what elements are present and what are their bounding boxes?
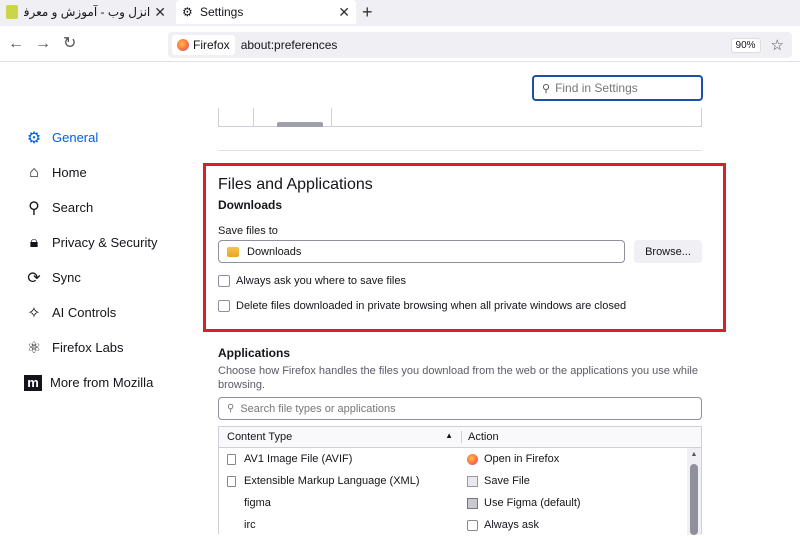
- sidebar-item-label: Home: [52, 165, 87, 180]
- tab-title: انزل وب - آموزش و معرفی فناوری: [24, 5, 151, 19]
- always-ask-label: Always ask you where to save files: [236, 275, 406, 287]
- sidebar-item-label: Privacy & Security: [52, 235, 158, 250]
- new-tab-button[interactable]: +: [362, 2, 373, 22]
- section-divider: [218, 150, 702, 151]
- content-type-cell: irc: [219, 519, 461, 531]
- action-column-header[interactable]: Action: [461, 431, 701, 443]
- url-bar[interactable]: Firefox about:preferences 90% ☆: [168, 32, 792, 58]
- content-type-cell: AV1 Image File (AVIF): [219, 453, 461, 465]
- save-action-icon: [467, 475, 478, 487]
- tab-title: Settings: [200, 5, 244, 19]
- sync-icon: ⟳: [27, 269, 41, 287]
- find-in-settings-input[interactable]: ⚲ Find in Settings: [532, 75, 703, 101]
- table-row[interactable]: Extensible Markup Language (XML) Save Fil…: [219, 470, 701, 492]
- file-icon: [227, 497, 236, 509]
- mozilla-icon: m: [24, 374, 42, 391]
- tab-strip: انزل وب - آموزش و معرفی فناوری ✕ ⚙ Setti…: [0, 0, 800, 26]
- gear-icon: ⚙: [182, 5, 193, 19]
- sidebar-item-label: General: [52, 130, 99, 145]
- sidebar-item-label: More from Mozilla: [50, 375, 154, 390]
- tab-anzalweb[interactable]: انزل وب - آموزش و معرفی فناوری ✕: [0, 0, 172, 24]
- file-icon: [227, 453, 236, 465]
- identity-box[interactable]: Firefox: [172, 35, 235, 55]
- sidebar-item-label: AI Controls: [52, 305, 117, 320]
- sidebar-item-sync[interactable]: ⟳ Sync: [24, 260, 194, 295]
- table-row[interactable]: irc Always ask: [219, 514, 701, 536]
- sidebar-item-general[interactable]: ⚙ General: [24, 120, 194, 155]
- applications-heading: Applications: [218, 346, 291, 360]
- handlers-table: Content Type ▲ Action AV1 Image File (AV…: [218, 426, 702, 536]
- ask-action-icon: [467, 519, 478, 531]
- file-icon: [227, 475, 236, 487]
- action-cell[interactable]: Always ask: [461, 519, 701, 531]
- navigation-toolbar: ← → ↻ Firefox about:preferences 90% ☆: [0, 26, 800, 62]
- sidebar-item-firefox-labs[interactable]: ⚛ Firefox Labs: [24, 330, 194, 365]
- close-icon[interactable]: ✕: [154, 4, 166, 21]
- ff-action-icon: [467, 453, 478, 465]
- gear-icon: ⚙: [26, 129, 42, 147]
- action-cell[interactable]: Open in Firefox: [461, 453, 701, 465]
- reload-icon[interactable]: ↻: [63, 35, 76, 53]
- firefox-logo-icon: [177, 39, 189, 51]
- file-icon: [227, 519, 236, 531]
- sidebar-item-label: Sync: [52, 270, 81, 285]
- save-files-label: Save files to: [218, 225, 278, 237]
- atom-icon: ⚛: [26, 339, 42, 357]
- browse-button[interactable]: Browse...: [634, 240, 702, 263]
- zoom-indicator[interactable]: 90%: [730, 37, 761, 53]
- preferences-sidebar: ⚙ General ⌂ Home ⚲ Search 🔒︎ Privacy & Security…: [24, 120, 194, 400]
- content-type-column-header[interactable]: Content Type ▲: [219, 431, 461, 443]
- sidebar-item-home[interactable]: ⌂ Home: [24, 155, 194, 190]
- home-icon: ⌂: [29, 163, 39, 181]
- tab-settings[interactable]: ⚙ Settings ✕: [176, 0, 356, 24]
- delete-private-checkbox[interactable]: [218, 300, 230, 312]
- search-file-types-input[interactable]: ⚲ Search file types or applications: [218, 397, 702, 420]
- find-placeholder: Find in Settings: [555, 81, 638, 95]
- sparkle-icon: ✧: [27, 304, 41, 322]
- figma-action-icon: [467, 497, 478, 509]
- files-applications-heading: Files and Applications: [218, 176, 373, 193]
- download-folder-field[interactable]: Downloads: [218, 240, 625, 263]
- table-body: AV1 Image File (AVIF) Open in Firefox Exte…: [219, 448, 701, 536]
- sidebar-item-search[interactable]: ⚲ Search: [24, 190, 194, 225]
- identity-label: Firefox: [193, 38, 230, 52]
- back-arrow-icon[interactable]: ←: [8, 35, 24, 53]
- always-ask-checkbox[interactable]: [218, 275, 230, 287]
- always-ask-checkbox-row[interactable]: Always ask you where to save files: [218, 275, 406, 287]
- table-scrollbar[interactable]: ▲: [687, 448, 701, 535]
- content-type-cell: figma: [219, 497, 461, 509]
- search-icon: ⚲: [227, 403, 235, 414]
- sidebar-item-label: Firefox Labs: [52, 340, 124, 355]
- sidebar-item-more-from-mozilla[interactable]: m More from Mozilla: [24, 365, 194, 400]
- delete-private-checkbox-row[interactable]: Delete files downloaded in private brows…: [218, 300, 626, 312]
- search-file-types-placeholder: Search file types or applications: [240, 402, 396, 415]
- lock-icon: 🔒︎: [29, 233, 39, 251]
- applications-description: Choose how Firefox handles the files you…: [218, 365, 698, 391]
- sidebar-item-privacy-security[interactable]: 🔒︎ Privacy & Security: [24, 225, 194, 260]
- sidebar-item-ai-controls[interactable]: ✧ AI Controls: [24, 295, 194, 330]
- downloads-heading: Downloads: [218, 198, 283, 212]
- previous-section-remnant: [218, 108, 702, 127]
- table-header: Content Type ▲ Action: [219, 427, 701, 448]
- delete-private-label: Delete files downloaded in private brows…: [236, 300, 627, 312]
- anzalweb-favicon-icon: [6, 5, 18, 19]
- scroll-up-icon[interactable]: ▲: [687, 448, 701, 458]
- close-icon[interactable]: ✕: [338, 4, 350, 21]
- download-folder-path: Downloads: [247, 245, 302, 258]
- folder-icon: [227, 246, 239, 257]
- forward-arrow-icon[interactable]: →: [35, 35, 51, 53]
- search-icon: ⚲: [28, 199, 40, 217]
- table-row[interactable]: figma Use Figma (default): [219, 492, 701, 514]
- sort-ascending-icon: ▲: [445, 431, 453, 440]
- action-cell[interactable]: Use Figma (default): [461, 497, 701, 509]
- search-icon: ⚲: [542, 82, 551, 95]
- url-text[interactable]: about:preferences: [241, 38, 731, 52]
- table-row[interactable]: AV1 Image File (AVIF) Open in Firefox: [219, 448, 701, 470]
- scrollbar-thumb[interactable]: [690, 464, 698, 535]
- action-cell[interactable]: Save File: [461, 475, 701, 487]
- bookmark-star-icon[interactable]: ☆: [771, 36, 784, 54]
- content-type-cell: Extensible Markup Language (XML): [219, 475, 461, 487]
- sidebar-item-label: Search: [52, 200, 94, 215]
